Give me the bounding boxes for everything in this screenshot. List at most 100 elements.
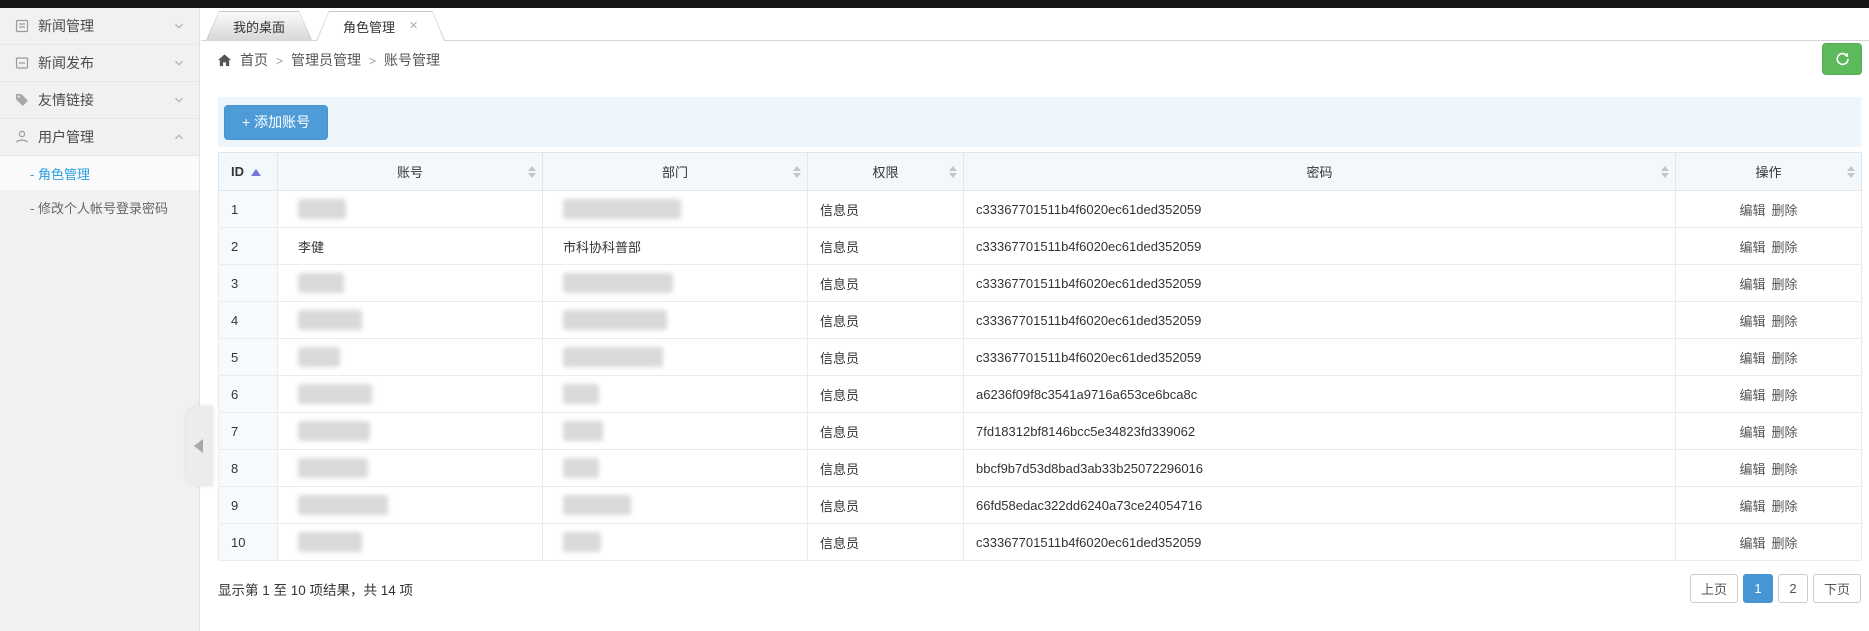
sort-arrows-icon [949, 166, 957, 178]
cell-actions: 编辑删除 [1676, 228, 1862, 265]
edit-link[interactable]: 编辑 [1739, 536, 1765, 551]
cell-permission: 信息员 [808, 228, 964, 265]
column-header-ID[interactable]: ID [219, 153, 278, 191]
accounts-table-wrap: ID账号部门权限密码操作 1信息员c33367701511b4f6020ec61… [218, 152, 1861, 561]
cell-department [543, 339, 808, 376]
cell-actions: 编辑删除 [1676, 487, 1862, 524]
add-account-button[interactable]: + 添加账号 [224, 105, 328, 140]
redacted-department [563, 532, 601, 552]
sidebar-subitem[interactable]: - 角色管理 [0, 156, 199, 190]
edit-link[interactable]: 编辑 [1739, 425, 1765, 440]
cell-permission: 信息员 [808, 450, 964, 487]
table-row: 9信息员66fd58edac322dd6240a73ce24054716编辑删除 [219, 487, 1862, 524]
table-row: 2李健市科协科普部信息员c33367701511b4f6020ec61ded35… [219, 228, 1862, 265]
sidebar-item-1[interactable]: 新闻管理 [0, 8, 199, 45]
cell-password: 7fd18312bf8146bcc5e34823fd339062 [964, 413, 1676, 450]
breadcrumb-item[interactable]: 管理员管理 [291, 52, 361, 68]
edit-link[interactable]: 编辑 [1739, 499, 1765, 514]
redacted-account [298, 310, 362, 330]
redacted-account [298, 384, 372, 404]
delete-link[interactable]: 删除 [1772, 462, 1798, 477]
sidebar-collapse-handle[interactable] [186, 406, 213, 486]
breadcrumb-bar: 首页>管理员管理>账号管理 [201, 41, 1869, 79]
edit-link[interactable]: 编辑 [1739, 462, 1765, 477]
breadcrumb-separator: > [369, 54, 376, 68]
sidebar-item-3[interactable]: 友情链接 [0, 82, 199, 119]
cell-permission: 信息员 [808, 524, 964, 561]
sidebar-subitem[interactable]: - 修改个人帐号登录密码 [0, 190, 199, 224]
column-header-label: 权限 [872, 165, 898, 180]
column-header-权限[interactable]: 权限 [808, 153, 964, 191]
sidebar-menu: 新闻管理新闻发布友情链接用户管理- 角色管理- 修改个人帐号登录密码 [0, 8, 199, 224]
sidebar-item-label: 友情链接 [38, 90, 94, 110]
cell-password: c33367701511b4f6020ec61ded352059 [964, 265, 1676, 302]
cell-actions: 编辑删除 [1676, 450, 1862, 487]
sidebar-item-4[interactable]: 用户管理 [0, 119, 199, 156]
column-header-label: 密码 [1306, 165, 1332, 180]
chevron-down-icon [172, 56, 186, 70]
breadcrumb: 首页>管理员管理>账号管理 [238, 50, 442, 70]
pagination: 上页12下页 [1690, 574, 1861, 603]
delete-link[interactable]: 删除 [1772, 203, 1798, 218]
cell-account [278, 265, 543, 302]
delete-link[interactable]: 删除 [1772, 388, 1798, 403]
sort-arrows-icon [528, 166, 536, 178]
column-header-账号[interactable]: 账号 [278, 153, 543, 191]
delete-link[interactable]: 删除 [1772, 499, 1798, 514]
cell-password: c33367701511b4f6020ec61ded352059 [964, 524, 1676, 561]
refresh-button[interactable] [1822, 43, 1862, 75]
tab-close-icon[interactable]: ✕ [409, 21, 418, 32]
cell-actions: 编辑删除 [1676, 191, 1862, 228]
cell-permission: 信息员 [808, 302, 964, 339]
tab-bar: 我的桌面角色管理✕ [201, 8, 1869, 41]
cell-id: 10 [219, 524, 278, 561]
table-footer: 显示第 1 至 10 项结果，共 14 项 上页12下页 [218, 574, 1861, 603]
redacted-account [298, 458, 368, 478]
edit-link[interactable]: 编辑 [1739, 314, 1765, 329]
delete-link[interactable]: 删除 [1772, 351, 1798, 366]
edit-link[interactable]: 编辑 [1739, 277, 1765, 292]
cell-department: 市科协科普部 [543, 228, 808, 265]
redacted-department [563, 384, 599, 404]
edit-link[interactable]: 编辑 [1739, 203, 1765, 218]
tab-1[interactable]: 我的桌面 [206, 11, 312, 40]
page-button-下页[interactable]: 下页 [1813, 574, 1861, 603]
cell-account [278, 339, 543, 376]
page-button-2[interactable]: 2 [1778, 574, 1808, 603]
redacted-account [298, 532, 362, 552]
edit-link[interactable]: 编辑 [1739, 240, 1765, 255]
sort-asc-icon [251, 169, 261, 176]
sidebar-item-2[interactable]: 新闻发布 [0, 45, 199, 82]
tab-2[interactable]: 角色管理✕ [316, 11, 445, 41]
cell-password: c33367701511b4f6020ec61ded352059 [964, 339, 1676, 376]
column-header-部门[interactable]: 部门 [543, 153, 808, 191]
table-row: 10 信息员c33367701511b4f6020ec61ded352059 编辑删… [219, 524, 1862, 561]
delete-link[interactable]: 删除 [1772, 314, 1798, 329]
redacted-account [298, 347, 340, 367]
cell-account [278, 487, 543, 524]
redacted-account [298, 199, 346, 219]
cell-actions: 编辑删除 [1676, 302, 1862, 339]
cell-account [278, 524, 543, 561]
edit-link[interactable]: 编辑 [1739, 388, 1765, 403]
column-header-操作[interactable]: 操作 [1676, 153, 1862, 191]
cell-actions: 编辑删除 [1676, 265, 1862, 302]
edit-link[interactable]: 编辑 [1739, 351, 1765, 366]
home-icon [217, 53, 232, 68]
tag-icon [14, 92, 30, 108]
redacted-department [563, 310, 667, 330]
delete-link[interactable]: 删除 [1772, 240, 1798, 255]
delete-link[interactable]: 删除 [1772, 536, 1798, 551]
table-row: 5信息员c33367701511b4f6020ec61ded352059编辑删除 [219, 339, 1862, 376]
delete-link[interactable]: 删除 [1772, 277, 1798, 292]
admin-app: 新闻管理新闻发布友情链接用户管理- 角色管理- 修改个人帐号登录密码 我的桌面角… [0, 0, 1869, 631]
cell-id: 6 [219, 376, 278, 413]
column-header-密码[interactable]: 密码 [964, 153, 1676, 191]
results-summary: 显示第 1 至 10 项结果，共 14 项 [218, 579, 413, 599]
breadcrumb-item[interactable]: 首页 [240, 52, 268, 68]
top-black-bar [0, 0, 1869, 8]
page-button-1[interactable]: 1 [1743, 574, 1773, 603]
page-button-上页[interactable]: 上页 [1690, 574, 1738, 603]
delete-link[interactable]: 删除 [1772, 425, 1798, 440]
cell-actions: 编辑删除 [1676, 413, 1862, 450]
